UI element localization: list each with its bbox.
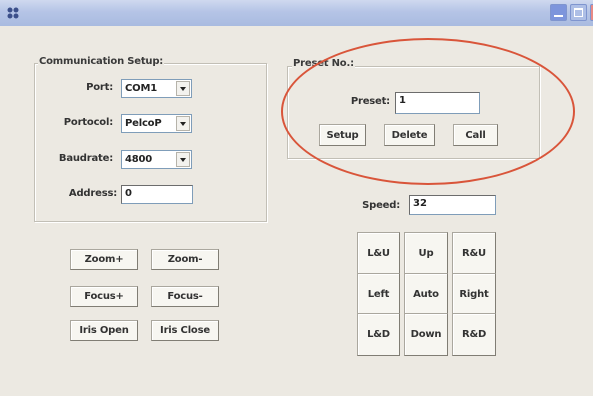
- speed-label: Speed:: [362, 200, 400, 211]
- minimize-button[interactable]: [550, 4, 567, 21]
- port-value: COM1: [125, 83, 157, 94]
- pan-left-down-button[interactable]: L&D: [357, 313, 400, 356]
- iris-close-button[interactable]: Iris Close: [151, 320, 219, 341]
- baudrate-value: 4800: [125, 154, 153, 165]
- port-label: Port:: [86, 82, 113, 93]
- chevron-down-icon[interactable]: [176, 152, 190, 167]
- protocol-value: PelcoP: [125, 118, 162, 129]
- focus-in-button[interactable]: Focus+: [70, 286, 138, 307]
- pan-right-button[interactable]: Right: [452, 273, 496, 316]
- zoom-in-button[interactable]: Zoom+: [70, 249, 138, 270]
- baudrate-label: Baudrate:: [58, 153, 113, 164]
- auto-button[interactable]: Auto: [404, 273, 448, 316]
- speed-value: 32: [413, 198, 427, 209]
- baudrate-select[interactable]: 4800: [121, 150, 192, 169]
- pan-right-up-button[interactable]: R&U: [452, 232, 496, 275]
- tilt-up-button[interactable]: Up: [404, 232, 448, 275]
- pan-left-up-button[interactable]: L&U: [357, 232, 400, 275]
- setup-button[interactable]: Setup: [319, 124, 366, 146]
- preset-input[interactable]: 1: [395, 92, 480, 114]
- pan-left-button[interactable]: Left: [357, 273, 400, 316]
- app-icon: [7, 7, 19, 19]
- chevron-down-icon[interactable]: [176, 81, 190, 96]
- port-select[interactable]: COM1: [121, 79, 192, 98]
- address-value: 0: [125, 188, 132, 199]
- protocol-label: Portocol:: [63, 117, 113, 128]
- chevron-down-icon[interactable]: [176, 116, 190, 131]
- zoom-out-button[interactable]: Zoom-: [151, 249, 219, 270]
- iris-open-button[interactable]: Iris Open: [70, 320, 138, 341]
- maximize-button[interactable]: [570, 4, 587, 21]
- maximize-icon: [574, 8, 583, 17]
- minimize-icon: [554, 15, 563, 17]
- preset-label: Preset:: [350, 96, 390, 107]
- preset-value: 1: [399, 95, 406, 106]
- protocol-select[interactable]: PelcoP: [121, 114, 192, 133]
- communication-setup-title: Communication Setup:: [38, 56, 165, 67]
- pan-right-down-button[interactable]: R&D: [452, 313, 496, 356]
- tilt-down-button[interactable]: Down: [404, 313, 448, 356]
- preset-group-title: Preset No.:: [292, 58, 355, 69]
- delete-button[interactable]: Delete: [384, 124, 435, 146]
- app-window: Communication Setup: Port: COM1 Portocol…: [0, 0, 593, 396]
- address-label: Address:: [68, 188, 117, 199]
- address-input[interactable]: 0: [121, 185, 193, 204]
- title-bar: [0, 0, 593, 26]
- focus-out-button[interactable]: Focus-: [151, 286, 219, 307]
- speed-input[interactable]: 32: [409, 195, 496, 215]
- call-button[interactable]: Call: [453, 124, 498, 146]
